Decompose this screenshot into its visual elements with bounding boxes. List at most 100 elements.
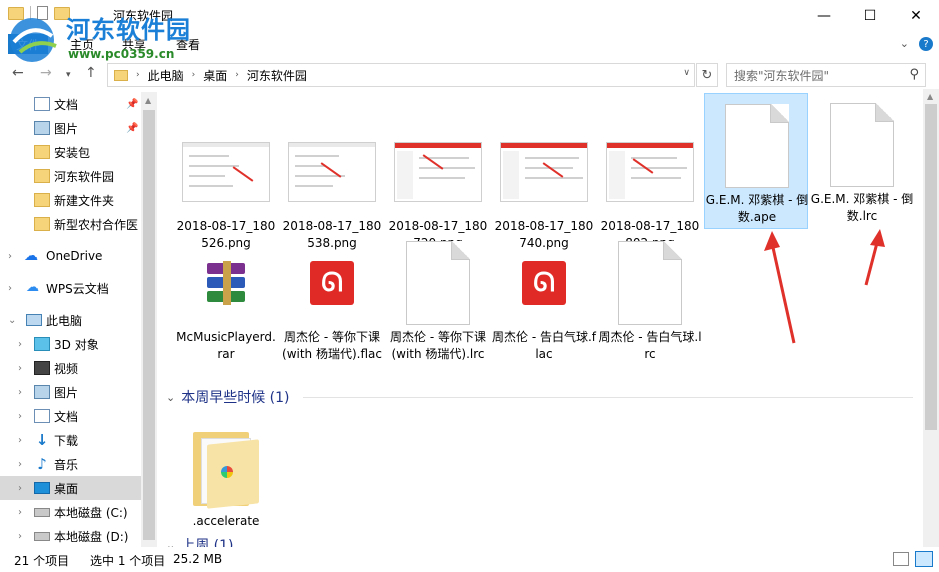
desktop-icon [34,482,50,494]
blank-file-icon [618,241,682,325]
search-input[interactable]: 搜索"河东软件园" ⚲ [726,63,926,87]
chevron-right-icon[interactable]: › [18,387,22,398]
sidebar-item-label: 桌面 [54,481,79,496]
refresh-button[interactable]: ↻ [696,63,718,87]
sidebar-item-music[interactable]: › ♪ 音乐 [0,452,141,476]
scroll-up-icon[interactable]: ▲ [145,96,151,105]
file-list-scrollbar-thumb[interactable] [925,104,937,430]
file-item[interactable]: ᘏ 周杰伦 - 等你下课(with 杨瑞代).flac [280,231,384,367]
file-item[interactable]: ᘏ 周杰伦 - 告白气球.flac [492,231,596,367]
chevron-right-icon[interactable]: › [18,339,22,350]
sidebar-item-wps-cloud[interactable]: › ☁ WPS云文档 [0,276,141,300]
expand-ribbon-icon[interactable]: ⌄ [900,37,909,51]
navigation-bar: ← → ▾ ↑ › 此电脑 › 桌面 › 河东软件园 ∨ ↻ 搜索"河东软件园"… [0,61,939,89]
watermark-logo-icon [10,18,57,62]
netease-music-icon: ᘏ [522,261,566,305]
pin-icon[interactable]: 📌 [126,123,138,134]
folder-icon [114,69,128,81]
maximize-button[interactable]: ☐ [847,0,893,31]
chevron-right-icon[interactable]: › [192,70,196,80]
wps-cloud-icon: ☁ [26,280,39,295]
file-item[interactable]: G.E.M. 邓紫棋 - 倒数.lrc [810,93,914,229]
disk-icon [34,531,50,541]
up-arrow-icon[interactable]: ↑ [85,65,97,81]
pin-icon[interactable]: 📌 [126,99,138,110]
chevron-right-icon[interactable]: › [18,459,22,470]
sidebar-item-documents-quick[interactable]: 文档 📌 [0,92,141,116]
file-item[interactable]: .accelerate [174,415,278,547]
sidebar-item-label: 本地磁盘 (C:) [54,505,128,520]
group-header-last-week[interactable]: ⌄ 上周 (1) [166,535,234,547]
sidebar-item-install-packages[interactable]: 安装包 [0,140,141,164]
sidebar-scrollbar-thumb[interactable] [143,110,155,540]
sidebar-item-label: 新型农村合作医 [54,217,139,232]
file-thumbnail [182,239,270,327]
sidebar-item-videos[interactable]: › 视频 [0,356,141,380]
scroll-up-icon[interactable]: ▲ [927,92,933,101]
recent-locations-chevron-icon[interactable]: ▾ [66,70,71,80]
sidebar-item-this-pc[interactable]: ⌄ 此电脑 [0,308,141,332]
chevron-right-icon[interactable]: › [18,507,22,518]
chevron-right-icon[interactable]: › [235,70,239,80]
annotation-arrow-icon [864,229,885,286]
back-arrow-icon[interactable]: ← [12,65,24,81]
breadcrumb-this-pc[interactable]: 此电脑 [148,67,184,84]
chevron-down-icon[interactable]: ⌄ [166,539,175,548]
chevron-down-icon[interactable]: ⌄ [8,315,16,326]
sidebar-item-onedrive[interactable]: › ☁ OneDrive [0,244,141,268]
chevron-right-icon[interactable]: › [8,251,12,262]
download-icon: ↓ [35,431,49,449]
sidebar-item-pictures[interactable]: › 图片 [0,380,141,404]
close-button[interactable]: ✕ [893,0,939,31]
image-thumbnail [394,128,482,216]
sidebar-item-3d-objects[interactable]: › 3D 对象 [0,332,141,356]
sidebar-item-documents[interactable]: › 文档 [0,404,141,428]
address-history-chevron-icon[interactable]: ∨ [683,68,690,78]
file-item[interactable]: McMusicPlayerd.rar [174,231,278,367]
image-thumbnail [500,128,588,216]
breadcrumb-current-folder[interactable]: 河东软件园 [247,67,307,84]
sidebar-item-downloads[interactable]: › ↓ 下载 [0,428,141,452]
file-thumbnail: ᘏ [288,239,376,327]
group-title: 上周 (1) [181,538,234,547]
chevron-right-icon[interactable]: › [136,70,140,80]
sidebar-item-desktop[interactable]: › 桌面 [0,476,141,500]
chevron-right-icon[interactable]: › [8,283,12,294]
item-count: 21 个项目 [14,554,70,568]
sidebar-item-label: 河东软件园 [54,169,115,184]
file-item-selected[interactable]: G.E.M. 邓紫棋 - 倒数.ape [704,93,808,229]
address-bar[interactable]: › 此电脑 › 桌面 › 河东软件园 ∨ [107,63,695,87]
chevron-right-icon[interactable]: › [18,531,22,542]
sidebar-item-hedong[interactable]: 河东软件园 [0,164,141,188]
chevron-right-icon[interactable]: › [18,483,22,494]
chevron-right-icon[interactable]: › [18,363,22,374]
sidebar-item-local-disk-d[interactable]: › 本地磁盘 (D:) [0,524,141,547]
details-view-icon[interactable] [893,552,909,566]
group-divider [303,397,913,398]
file-thumbnail [818,101,906,189]
file-name: 周杰伦 - 告白气球.flac [492,330,596,361]
sidebar-item-pictures-quick[interactable]: 图片 📌 [0,116,141,140]
document-icon [34,97,50,111]
sidebar-item-rural-medical[interactable]: 新型农村合作医 [0,212,141,236]
help-icon[interactable]: ? [919,37,933,51]
sidebar-item-local-disk-c[interactable]: › 本地磁盘 (C:) [0,500,141,524]
file-name: G.E.M. 邓紫棋 - 倒数.lrc [810,192,914,223]
file-item[interactable]: 周杰伦 - 告白气球.lrc [598,231,702,367]
file-name: 周杰伦 - 等你下课(with 杨瑞代).flac [282,330,382,361]
file-thumbnail: ᘏ [500,239,588,327]
minimize-button[interactable]: — [801,0,847,31]
search-icon[interactable]: ⚲ [909,67,919,82]
chevron-down-icon[interactable]: ⌄ [166,391,175,404]
chevron-right-icon[interactable]: › [18,411,22,422]
breadcrumb-desktop[interactable]: 桌面 [203,67,227,84]
group-header-earlier-this-week[interactable]: ⌄ 本周早些时候 (1) [166,387,290,407]
group-title: 本周早些时候 (1) [181,390,290,406]
chevron-right-icon[interactable]: › [18,435,22,446]
forward-arrow-icon[interactable]: → [40,65,52,81]
search-placeholder: 搜索"河东软件园" [734,68,830,83]
file-name: McMusicPlayerd.rar [176,330,276,361]
file-item[interactable]: 周杰伦 - 等你下课(with 杨瑞代).lrc [386,231,490,367]
large-icons-view-icon[interactable] [915,551,933,567]
sidebar-item-new-folder[interactable]: 新建文件夹 [0,188,141,212]
